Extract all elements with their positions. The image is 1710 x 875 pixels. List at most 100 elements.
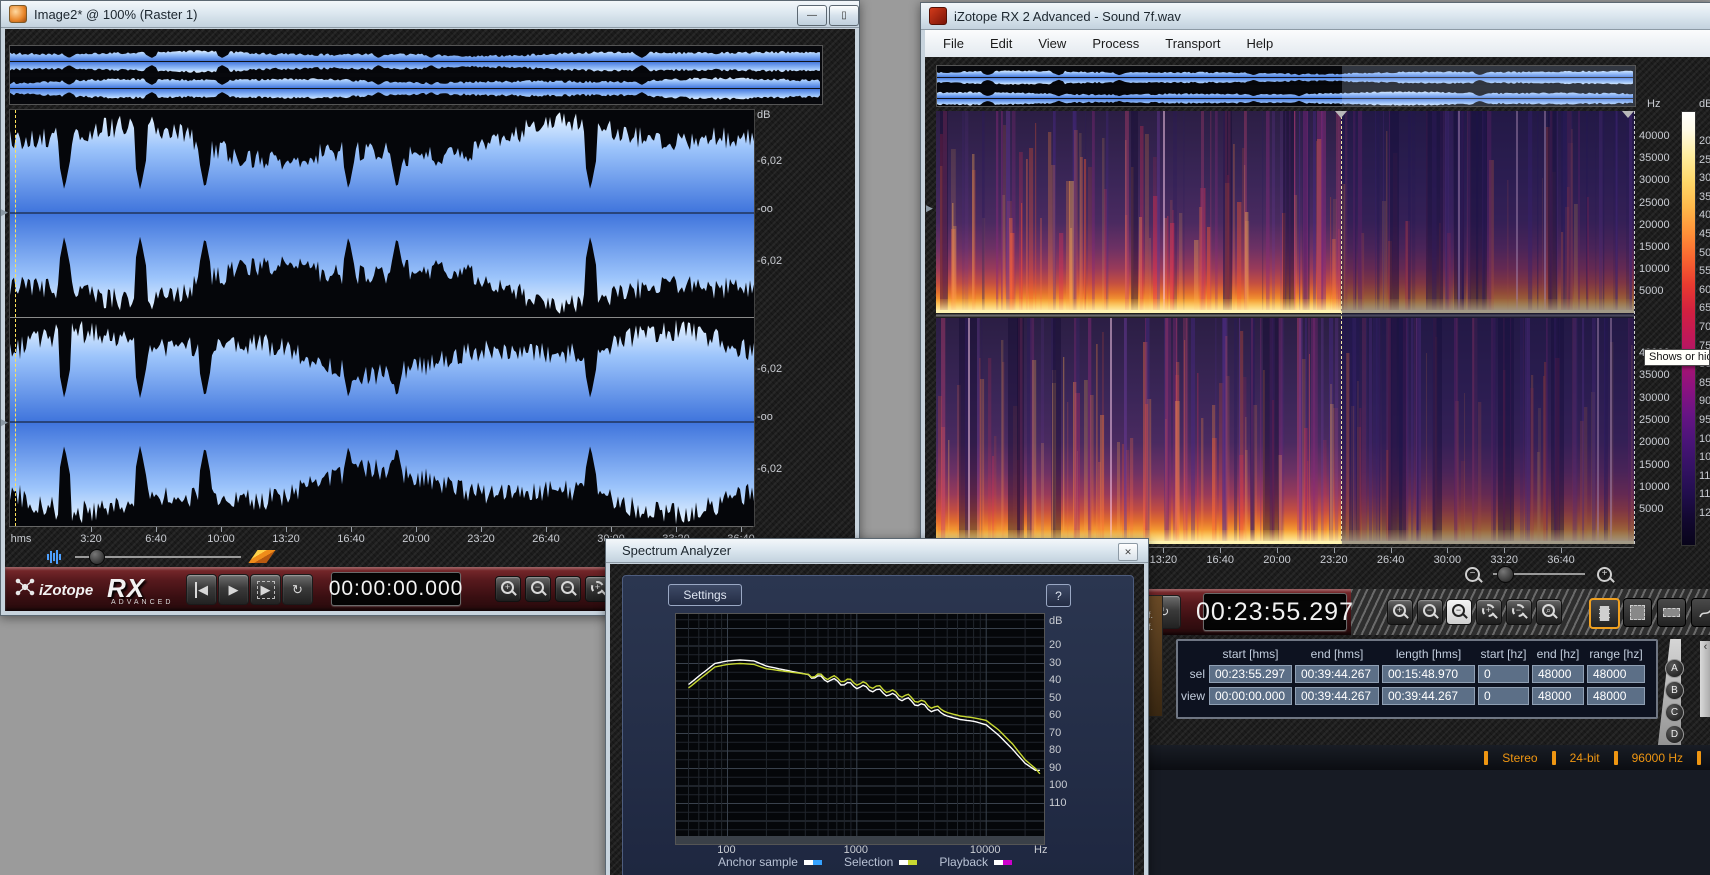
left-overview-strip[interactable] (9, 45, 823, 105)
right-window-title: iZotope RX 2 Advanced - Sound 7f.wav (954, 9, 1181, 24)
table-cell[interactable]: 00:00:00.000 (1209, 687, 1292, 705)
ruler-label: 16:40 (337, 533, 365, 545)
freq-label: 20000 (1639, 436, 1670, 448)
menu-item-process[interactable]: Process (1092, 36, 1139, 51)
spec-channel-marker-icon[interactable]: ▶ (926, 203, 933, 214)
menu-item-file[interactable]: File (943, 36, 964, 51)
right-window-titlebar[interactable]: iZotope RX 2 Advanced - Sound 7f.wav (921, 3, 1710, 30)
spectrum-close-icon[interactable]: ✕ (1118, 543, 1138, 561)
db-tick-label: 30 (1699, 172, 1710, 184)
db-tick-label: 90 (1699, 395, 1710, 407)
selection-end-marker-icon[interactable] (1622, 111, 1634, 118)
spectrum-y-tick: 60 (1049, 709, 1061, 721)
playhead-line[interactable] (15, 110, 16, 526)
file-fragment: f. (1148, 622, 1162, 632)
overview-selection-highlight (1342, 66, 1635, 106)
db-tick-label: 20 (1699, 135, 1710, 147)
table-row-label: view (1181, 689, 1205, 703)
help-button[interactable]: ? (1046, 584, 1071, 607)
freq-label: 15000 (1639, 459, 1670, 471)
maximize-icon[interactable]: ▯ (829, 5, 859, 26)
freq-label: 30000 (1639, 392, 1670, 404)
zoom-selection-out-button[interactable]: − (1506, 599, 1532, 625)
menu-item-help[interactable]: Help (1246, 36, 1273, 51)
skip-to-start-button[interactable]: ◀ (186, 574, 217, 605)
loop-button[interactable]: ↻ (282, 574, 313, 605)
db-tick-label: 110 (1699, 470, 1710, 482)
play-button[interactable]: ▶ (218, 574, 249, 605)
spectrum-analyzer-window: Spectrum Analyzer ✕ Settings ? dB2030405… (605, 538, 1149, 875)
channel2-marker-icon[interactable]: ▶ (1, 417, 8, 428)
pencil-tool-icon[interactable] (248, 550, 275, 563)
table-header: start [hz] (1480, 647, 1526, 661)
table-cell[interactable]: 00:39:44.267 (1295, 687, 1379, 705)
table-cell[interactable]: 00:39:44.267 (1295, 665, 1379, 683)
select-frequency-mode-button[interactable] (1657, 598, 1686, 627)
spectrum-y-unit: dB (1049, 615, 1062, 627)
file-fragment: f. (1148, 610, 1162, 620)
spectrum-y-tick: 100 (1049, 779, 1067, 791)
table-cell[interactable]: 00:15:48.970 (1382, 665, 1475, 683)
left-waveform-display[interactable] (9, 109, 755, 527)
table-cell[interactable]: 48000 (1532, 665, 1584, 683)
snapshot-button-a[interactable]: A (1665, 659, 1684, 678)
ruler-label: 26:40 (532, 533, 560, 545)
freq-label: 35000 (1639, 369, 1670, 381)
zoom-out-button[interactable]: − (525, 576, 551, 602)
overview-zoom-slider-knob[interactable] (1497, 566, 1514, 583)
db-tick-label: 105 (1699, 451, 1710, 463)
table-cell[interactable]: 00:23:55.297 (1209, 665, 1292, 683)
table-header: length [hms] (1396, 647, 1461, 661)
spectrum-y-tick: 110 (1049, 797, 1067, 809)
table-cell[interactable]: 00:39:44.267 (1382, 687, 1475, 705)
snapshot-button-c[interactable]: C (1665, 703, 1684, 722)
table-cell[interactable]: 0 (1478, 687, 1529, 705)
zoom-in-button[interactable]: + (495, 576, 521, 602)
status-item: Stereo (1502, 751, 1537, 765)
snapshot-button-d[interactable]: D (1665, 725, 1684, 744)
spectrogram-display[interactable] (936, 111, 1634, 544)
db-tick-label: 50 (1699, 247, 1710, 259)
select-time-mode-button[interactable] (1589, 598, 1620, 629)
freq-label: 25000 (1639, 197, 1670, 209)
molecule-icon (15, 577, 35, 597)
minimize-icon[interactable]: — (797, 5, 827, 26)
zoom-drag-button[interactable]: ⌕ (1536, 599, 1562, 625)
spectrum-y-tick: 20 (1049, 639, 1061, 651)
spectrum-window-titlebar[interactable]: Spectrum Analyzer (606, 539, 1148, 563)
channel1-marker-icon[interactable]: ▶ (1, 207, 8, 218)
selection-start-marker-icon[interactable] (1335, 111, 1347, 118)
spec-zoom-in-button[interactable]: + (1387, 599, 1413, 625)
ruler-label: 10:00 (207, 533, 235, 545)
status-item: 96000 Hz (1632, 751, 1683, 765)
spectrum-plot[interactable] (675, 613, 1045, 845)
tooltip: Shows or hide (1644, 349, 1710, 366)
right-overview-strip[interactable] (936, 65, 1636, 107)
play-selection-button[interactable]: ▶ (250, 574, 281, 605)
db-scale-label: -6,02 (757, 155, 782, 167)
freq-label: 30000 (1639, 174, 1670, 186)
snapshot-button-b[interactable]: B (1665, 681, 1684, 700)
lasso-select-mode-button[interactable] (1691, 598, 1710, 627)
ruler-label: 23:20 (467, 533, 495, 545)
db-colorbar[interactable] (1681, 111, 1696, 546)
collapse-strip[interactable]: ‹ (1700, 641, 1710, 717)
left-window-titlebar[interactable]: Image2* @ 100% (Raster 1) (1, 1, 859, 28)
menu-item-transport[interactable]: Transport (1165, 36, 1220, 51)
selection-region[interactable] (1341, 111, 1635, 544)
zoom-reset-button[interactable]: − (555, 576, 581, 602)
spec-zoom-out-button[interactable]: − (1417, 599, 1443, 625)
right-time-display: 00:23:55.297 (1203, 593, 1347, 631)
settings-button[interactable]: Settings (668, 584, 742, 606)
table-cell[interactable]: 48000 (1587, 665, 1645, 683)
zoom-to-selection-button[interactable]: + (1476, 599, 1502, 625)
select-region-mode-button[interactable] (1623, 598, 1652, 627)
menu-item-edit[interactable]: Edit (990, 36, 1012, 51)
menu-item-view[interactable]: View (1038, 36, 1066, 51)
table-cell[interactable]: 48000 (1587, 687, 1645, 705)
table-cell[interactable]: 48000 (1532, 687, 1584, 705)
spec-zoom-out-active-button[interactable]: − (1446, 599, 1472, 625)
table-cell[interactable]: 0 (1478, 665, 1529, 683)
ruler-label: 6:40 (145, 533, 166, 545)
horizontal-zoom-slider-knob[interactable] (89, 549, 105, 565)
